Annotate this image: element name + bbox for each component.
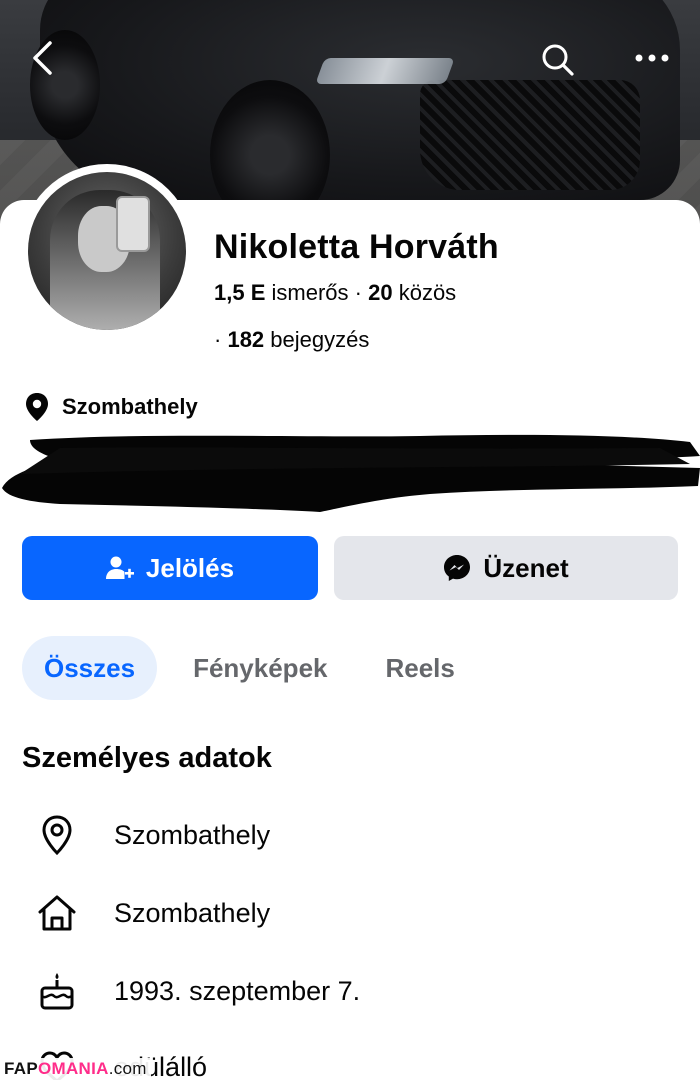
profile-location: Szombathely: [24, 392, 198, 422]
detail-text: Szombathely: [114, 897, 271, 928]
mutual-count[interactable]: 20: [368, 280, 392, 305]
home-icon: [36, 892, 78, 934]
search-icon[interactable]: [536, 38, 580, 82]
more-options-icon[interactable]: [628, 38, 676, 78]
profile-tabs: Összes Fényképek Reels: [22, 636, 477, 700]
detail-text: Szombathely: [114, 819, 271, 850]
posts-label: bejegyzés: [270, 327, 370, 352]
posts-count: 182: [227, 327, 265, 352]
cover-headlight: [315, 58, 455, 84]
location-pin-outline-icon: [36, 814, 78, 856]
add-friend-label: Jelölés: [145, 552, 235, 583]
tab-photos[interactable]: Fényképek: [171, 636, 349, 700]
add-friend-icon: [105, 556, 134, 579]
profile-name: Nikoletta Horváth: [214, 228, 499, 266]
detail-hometown: Szombathely: [36, 892, 270, 934]
location-pin-icon: [26, 393, 48, 421]
avatar-image: [28, 172, 186, 330]
details-title: Személyes adatok: [22, 742, 272, 774]
message-button[interactable]: Üzenet: [334, 536, 678, 600]
profile-posts: · 182 bejegyzés: [214, 327, 369, 353]
cover-grille: [420, 80, 640, 190]
message-label: Üzenet: [483, 552, 569, 583]
birthday-cake-icon: [36, 970, 78, 1012]
location-text: Szombathely: [62, 394, 198, 419]
tab-all[interactable]: Összes: [22, 636, 158, 700]
messenger-icon: [444, 555, 471, 581]
watermark-part2: OMANIA: [37, 1059, 109, 1078]
watermark-part1: FAP: [4, 1059, 38, 1078]
friends-label[interactable]: ismerős: [272, 280, 349, 305]
detail-text: 1993. szeptember 7.: [114, 975, 361, 1006]
back-icon[interactable]: [22, 38, 62, 78]
profile-stats: 1,5 E ismerős · 20 közös: [214, 280, 456, 306]
posts-separator: ·: [214, 327, 222, 352]
add-friend-button[interactable]: Jelölés: [22, 536, 318, 600]
avatar-phone: [116, 196, 150, 252]
detail-current-city: Szombathely: [36, 814, 270, 856]
detail-birthday: 1993. szeptember 7.: [36, 970, 360, 1012]
friends-count[interactable]: 1,5 E: [214, 280, 265, 305]
mutual-label[interactable]: közös: [399, 280, 456, 305]
profile-avatar[interactable]: [20, 164, 194, 338]
watermark-part3: .com: [108, 1059, 147, 1078]
tab-reels[interactable]: Reels: [363, 636, 476, 700]
redaction-scribble: [2, 434, 700, 512]
watermark: FAP OMANIA .com: [0, 1058, 151, 1080]
stats-separator: ·: [354, 280, 362, 305]
